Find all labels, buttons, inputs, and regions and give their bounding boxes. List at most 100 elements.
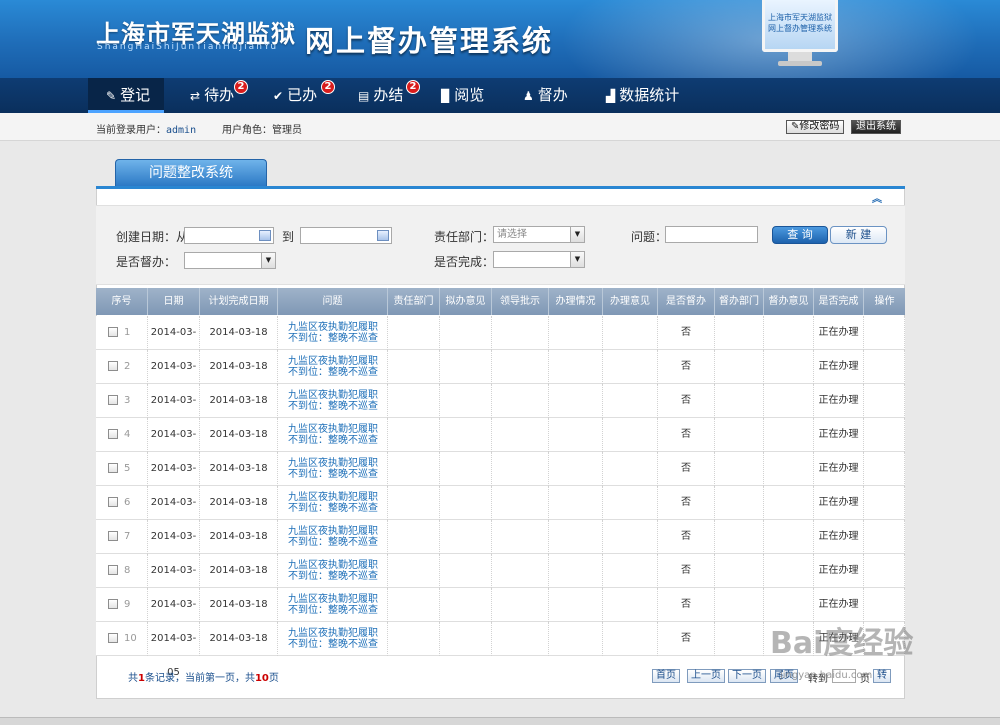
issue-line-2: 不到位：整晚不巡查	[288, 605, 378, 616]
query-button[interactable]: 查 询	[772, 226, 828, 244]
prev-page-button[interactable]: 上一页	[687, 669, 725, 683]
nav-item-statistics[interactable]: ▟ 数据统计	[606, 78, 679, 113]
monitor-line-1: 上海市军天湖监狱	[768, 13, 832, 22]
table-cell: 9	[96, 588, 148, 622]
issue-input[interactable]	[665, 226, 758, 243]
issue-link[interactable]: 九监区夜执勤犯履职 不到位：整晚不巡查	[288, 560, 378, 582]
row-checkbox[interactable]	[108, 531, 118, 541]
table-cell: 2014-03-05	[148, 588, 200, 644]
row-checkbox[interactable]	[108, 497, 118, 507]
row-checkbox[interactable]	[108, 599, 118, 609]
table-cell	[549, 384, 603, 418]
table-cell: 4	[96, 418, 148, 452]
row-checkbox[interactable]	[108, 633, 118, 643]
nav-item-todo[interactable]: ⇄ 待办	[190, 78, 234, 113]
table-cell: 否	[658, 520, 715, 554]
table-cell	[603, 622, 658, 656]
complete-label: 是否完成：	[434, 255, 495, 269]
table-cell	[440, 350, 492, 384]
dept-select[interactable]: 请选择 ▼	[493, 226, 585, 243]
issue-link[interactable]: 九监区夜执勤犯履职 不到位：整晚不巡查	[288, 526, 378, 548]
nav-item-browse[interactable]: ▉ 阅览	[441, 78, 484, 113]
calendar-icon[interactable]	[377, 230, 389, 241]
first-page-button[interactable]: 首页	[652, 669, 680, 683]
table-cell	[440, 486, 492, 520]
user-name: admin	[166, 125, 197, 136]
nav-item-closed[interactable]: ▤ 办结	[358, 78, 403, 113]
nav-item-done[interactable]: ✔ 已办	[273, 78, 317, 113]
nav-label: 已办	[287, 86, 318, 104]
row-checkbox[interactable]	[108, 429, 118, 439]
table-cell: 2014-03-05	[148, 350, 200, 406]
table-row: 8 2014-03-052014-03-18 九监区夜执勤犯履职不到位：整晚不巡查 否…	[96, 554, 905, 610]
supervise-select[interactable]: ▼	[184, 252, 276, 269]
row-checkbox[interactable]	[108, 463, 118, 473]
table-cell: 2014-03-18	[200, 384, 278, 418]
calendar-icon[interactable]	[259, 230, 271, 241]
table-cell	[440, 622, 492, 656]
row-checkbox[interactable]	[108, 361, 118, 371]
users-icon: ♟	[523, 89, 534, 103]
table-cell: 5	[96, 452, 148, 486]
col-header: 序号	[96, 288, 148, 315]
row-number: 3	[124, 395, 131, 406]
issue-line-2: 不到位：整晚不巡查	[288, 571, 378, 582]
dept-placeholder: 请选择	[497, 229, 527, 240]
date-to-input[interactable]	[300, 227, 392, 244]
col-header: 责任部门	[388, 288, 440, 315]
row-number: 6	[124, 497, 131, 508]
table-cell	[864, 588, 905, 622]
table-cell: 2014-03-18	[200, 316, 278, 350]
issue-link[interactable]: 九监区夜执勤犯履职 不到位：整晚不巡查	[288, 628, 378, 650]
table-cell	[549, 452, 603, 486]
nav-item-register[interactable]: ✎ 登记	[88, 78, 164, 113]
row-checkbox[interactable]	[108, 395, 118, 405]
issue-link[interactable]: 九监区夜执勤犯履职 不到位：整晚不巡查	[288, 356, 378, 378]
issue-link[interactable]: 九监区夜执勤犯履职 不到位：整晚不巡查	[288, 424, 378, 446]
issue-link[interactable]: 九监区夜执勤犯履职 不到位：整晚不巡查	[288, 322, 378, 344]
table-cell: 2014-03-18	[200, 418, 278, 452]
complete-select[interactable]: ▼	[493, 251, 585, 268]
date-from-input[interactable]	[184, 227, 274, 244]
logout-button[interactable]: 退出系统	[851, 120, 901, 134]
nav-label: 督办	[537, 86, 568, 104]
table-cell	[864, 486, 905, 520]
table-cell	[603, 486, 658, 520]
row-checkbox[interactable]	[108, 327, 118, 337]
table-cell: 2014-03-05	[148, 384, 200, 440]
issue-link[interactable]: 九监区夜执勤犯履职 不到位：整晚不巡查	[288, 458, 378, 480]
next-page-button[interactable]: 下一页	[728, 669, 766, 683]
row-number: 2	[124, 361, 131, 372]
col-header: 领导批示	[492, 288, 549, 315]
table-cell	[440, 554, 492, 588]
watermark-url: jingyan.baidu.com	[780, 670, 873, 681]
table-cell	[764, 418, 814, 452]
go-button[interactable]: 转	[873, 669, 891, 683]
table-cell: 正在办理	[814, 418, 864, 452]
done-count-badge: 2	[321, 80, 335, 94]
nav-label: 阅览	[454, 86, 485, 104]
nav-item-supervise[interactable]: ♟ 督办	[523, 78, 568, 113]
issue-line-1: 九监区夜执勤犯履职	[288, 356, 378, 367]
issue-link[interactable]: 九监区夜执勤犯履职 不到位：整晚不巡查	[288, 492, 378, 514]
row-checkbox[interactable]	[108, 565, 118, 575]
issue-link[interactable]: 九监区夜执勤犯履职 不到位：整晚不巡查	[288, 594, 378, 616]
table-cell: 2014-03-18	[200, 350, 278, 384]
new-button[interactable]: 新 建	[830, 226, 887, 244]
table-cell	[715, 452, 764, 486]
tab-issue-rectification[interactable]: 问题整改系统	[115, 159, 267, 186]
col-header: 督办意见	[764, 288, 814, 315]
change-password-button[interactable]: ✎修改密码	[786, 120, 845, 134]
table-cell: 2014-03-05	[148, 316, 200, 372]
nav-label: 待办	[204, 86, 235, 104]
document-icon: ▤	[358, 89, 370, 103]
main-nav: ✎ 登记 ⇄ 待办 2 ✔ 已办 2 ▤ 办结 2 ▉ 阅览 ♟ 督办 ▟ 数据统计	[0, 78, 1000, 113]
table-header: 序号 日期 计划完成日期 问题 责任部门 拟办意见 领导批示 办理情况 办理意见…	[96, 288, 905, 315]
table-cell: 九监区夜执勤犯履职 不到位：整晚不巡查	[278, 554, 388, 588]
table-cell: 2014-03-05	[148, 622, 200, 678]
collapse-up-icon[interactable]: ︽	[872, 190, 882, 205]
table-cell: 九监区夜执勤犯履职 不到位：整晚不巡查	[278, 520, 388, 554]
table-cell	[764, 588, 814, 622]
search-form: 创建日期：从 到 责任部门： 请选择 ▼ 问题： 查 询 新 建 是否督办： ▼ …	[96, 205, 905, 285]
issue-link[interactable]: 九监区夜执勤犯履职 不到位：整晚不巡查	[288, 390, 378, 412]
